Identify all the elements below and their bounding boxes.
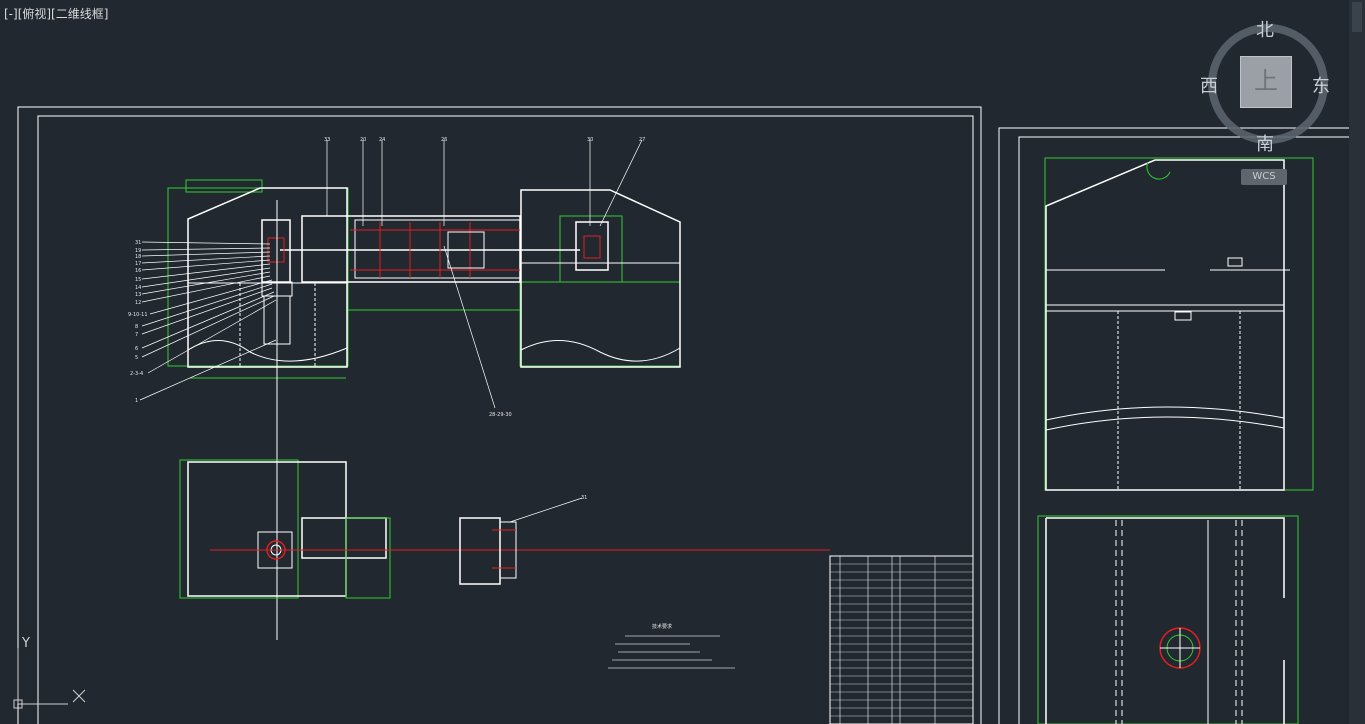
callout-left-5: 5	[135, 355, 138, 361]
compass-south[interactable]: 南	[1256, 130, 1274, 156]
compass-north[interactable]: 北	[1256, 16, 1274, 42]
callout-20: 20	[360, 137, 366, 143]
tech-notes: 技术要求	[608, 623, 735, 669]
compass-east[interactable]: 东	[1312, 72, 1330, 98]
callout-left-13: 13	[135, 292, 141, 298]
ucs-y-axis-label: Y	[22, 636, 30, 651]
callout-27: 27	[639, 137, 645, 143]
sheet2-inner-border	[1018, 136, 1360, 724]
callout-left-15: 15	[135, 277, 141, 283]
callout-26: 26	[441, 137, 447, 143]
callout-left-1: 1	[135, 398, 138, 404]
assembly-top-view	[167, 179, 681, 640]
wcs-menu-button[interactable]: WCS	[1241, 169, 1287, 185]
callout-left-14: 14	[135, 285, 141, 291]
tech-notes-title: 技术要求	[652, 623, 672, 630]
cad-drawing-canvas[interactable]: 33 20 24 26 30 27 31 19 18 17 16 15 14 1…	[0, 0, 1365, 724]
viewcube-top-face[interactable]: 上	[1240, 56, 1292, 108]
callout-left-8: 8	[135, 324, 138, 330]
viewcube[interactable]: 北 西 东 南 上 WCS	[1195, 14, 1335, 194]
side-elevation-view	[1044, 157, 1314, 491]
callout-left-17: 17	[135, 261, 141, 267]
ucs-icon	[13, 648, 86, 709]
callout-28-29-30: 28-29-30	[489, 412, 512, 418]
scrollbar-thumb[interactable]	[1352, 2, 1362, 32]
callout-30: 30	[587, 137, 593, 143]
leader-lines	[139, 139, 643, 523]
vertical-scrollbar[interactable]	[1349, 0, 1365, 724]
callout-24: 24	[379, 137, 385, 143]
callout-left-31: 31	[135, 240, 141, 246]
callout-left-2-3-4: 2-3-4	[130, 371, 143, 377]
callout-right-31: 31	[581, 495, 587, 501]
callout-left-7: 7	[135, 332, 138, 338]
callout-33: 33	[324, 137, 330, 143]
compass-west[interactable]: 西	[1200, 72, 1218, 98]
callout-left-18: 18	[135, 254, 141, 260]
callout-left-9-10-11: 9-10-11	[128, 312, 148, 318]
parts-list-table	[829, 555, 974, 724]
callout-left-6: 6	[135, 346, 138, 352]
sheet-inner-border	[37, 115, 974, 724]
callout-left-12: 12	[135, 300, 141, 306]
base-plan-view	[1037, 515, 1299, 724]
callout-left-16: 16	[135, 268, 141, 274]
